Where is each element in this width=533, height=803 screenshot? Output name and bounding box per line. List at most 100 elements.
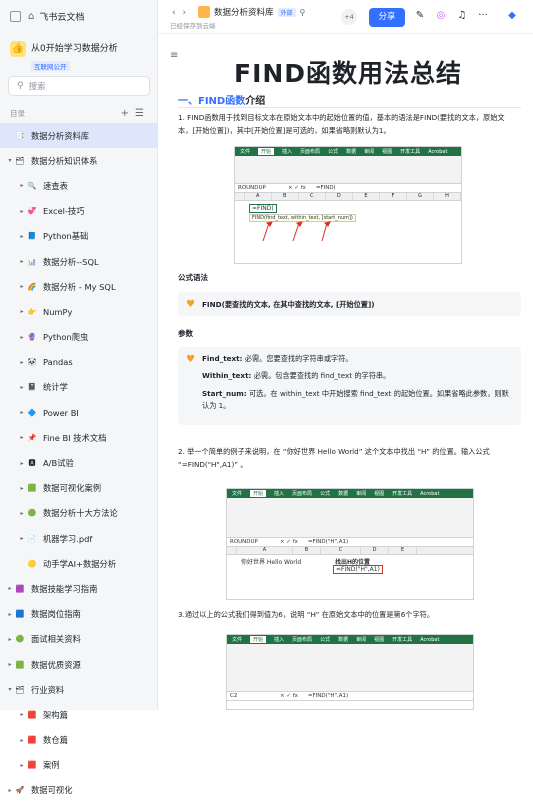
sidebar-item[interactable]: ▸ 🐼 Pandas: [0, 350, 158, 375]
sidebar-item[interactable]: ▸ 🚀 数据可视化: [0, 778, 158, 803]
sidebar-item-label: 数据可视化案例: [43, 483, 102, 494]
page-icon: 🟩: [27, 484, 37, 493]
chevron-right-icon[interactable]: ▸: [18, 510, 26, 517]
sidebar-item-label: 数据技能学习指南: [31, 583, 98, 594]
excel-tab: 审阅: [356, 637, 367, 643]
pin-icon[interactable]: ⚲: [300, 8, 306, 17]
sidebar-item[interactable]: ▸ 🅰 A/B试验: [0, 450, 158, 475]
sidebar-item-label: 动手学AI+数据分析: [43, 558, 117, 569]
page-icon: 🗂: [15, 156, 25, 165]
sidebar-item[interactable]: ▸ 🟩 数据优质资源: [0, 652, 158, 677]
sidebar-item[interactable]: ▸ 🟥 数仓篇: [0, 728, 158, 753]
excel-ribbon-tabs: 文件 开始 插入 页面布局 公式 数据 审阅 视图 开发工具 Acrobat: [235, 147, 461, 156]
sidebar-toggle-icon[interactable]: [10, 11, 21, 22]
chevron-right-icon[interactable]: ▸: [18, 460, 26, 467]
chevron-right-icon[interactable]: ▸: [18, 737, 26, 744]
sidebar-item[interactable]: ▸ 📓 统计学: [0, 375, 158, 400]
chevron-right-icon[interactable]: ▸: [18, 182, 26, 189]
sidebar-item[interactable]: ▸ 📄 机器学习.pdf: [0, 526, 158, 551]
workspace-name: 从0开始学习数据分析: [31, 44, 118, 54]
sidebar-item[interactable]: ▸ 🟥 案例: [0, 753, 158, 778]
sidebar-item-label: Excel-技巧: [43, 206, 85, 217]
excel-tab: Acrobat: [420, 636, 440, 643]
search-placeholder: 搜索: [28, 82, 46, 92]
sidebar-item[interactable]: ▸ 📌 Fine BI 技术文档: [0, 425, 158, 450]
chevron-right-icon[interactable]: ▸: [18, 359, 26, 366]
sidebar-item[interactable]: ▾ 🗂 行业资料: [0, 677, 158, 702]
excel-formula: =FIND("H",A1): [307, 693, 349, 699]
chevron-right-icon[interactable]: ▸: [18, 208, 26, 215]
chevron-right-icon[interactable]: ▸: [6, 661, 14, 668]
doc-breadcrumb-title[interactable]: 数据分析资料库: [214, 6, 274, 18]
sidebar-item[interactable]: ▸ 🟢 数据分析十大方法论: [0, 501, 158, 526]
sidebar-item[interactable]: 📑 数据分析资料库: [0, 123, 158, 149]
list-icon[interactable]: ☰: [135, 108, 150, 119]
excel-namebox: ROUNDUP: [230, 539, 258, 545]
chevron-right-icon[interactable]: ▸: [18, 283, 26, 290]
chevron-right-icon[interactable]: ▸: [18, 711, 26, 718]
section-rest: 介绍: [245, 96, 266, 107]
excel-tab: 数据: [338, 637, 349, 643]
excel-namebox: C2: [230, 693, 238, 699]
workspace-card[interactable]: 👍 从0开始学习数据分析 互联网公开: [10, 41, 118, 73]
chevron-right-icon[interactable]: ▸: [18, 384, 26, 391]
excel-tab: 开发工具: [392, 491, 413, 497]
chevron-right-icon[interactable]: ▸: [18, 535, 26, 542]
chevron-right-icon[interactable]: ▸: [6, 585, 14, 592]
chevron-right-icon[interactable]: ▸: [18, 334, 26, 341]
excel-tab: 视图: [382, 149, 393, 155]
edit-icon[interactable]: ✎: [414, 10, 426, 21]
param1-name: Find_text:: [202, 354, 243, 363]
sidebar-item[interactable]: ▸ 🔮 Python爬虫: [0, 325, 158, 350]
sidebar-item[interactable]: ▾ 🗂 数据分析知识体系: [0, 148, 158, 173]
red-arrow: [262, 222, 270, 242]
chevron-down-icon[interactable]: ▾: [6, 686, 14, 693]
assistant-icon[interactable]: ◆: [506, 10, 518, 21]
nav-arrows[interactable]: ‹ ›: [172, 8, 188, 18]
sidebar-item[interactable]: 🟡 动手学AI+数据分析: [0, 551, 158, 576]
bell-icon[interactable]: ♫: [456, 10, 468, 21]
sidebar-item[interactable]: ▸ 🌈 数据分析 - My SQL: [0, 274, 158, 299]
sidebar-item[interactable]: ▸ 📊 数据分析--SQL: [0, 249, 158, 274]
sidebar-item[interactable]: ▸ 🔍 速查表: [0, 173, 158, 198]
add-icon[interactable]: +: [121, 108, 135, 119]
more-icon[interactable]: ···: [477, 10, 489, 21]
search-input[interactable]: ⚲ 搜索: [8, 76, 150, 96]
brand[interactable]: ⌂ 飞书云文档: [10, 10, 84, 23]
heart-icon: ♥: [186, 354, 195, 365]
excel-grid: =FIND( FIND(find_text, within_text, [sta…: [235, 201, 461, 261]
chevron-right-icon[interactable]: ▸: [18, 762, 26, 769]
chevron-right-icon[interactable]: ▸: [18, 233, 26, 240]
excel-tab: Acrobat: [428, 148, 448, 155]
sidebar-item[interactable]: ▸ 📘 Python基础: [0, 224, 158, 249]
excel-tab: 公式: [328, 149, 339, 155]
chevron-right-icon[interactable]: ▸: [6, 787, 14, 794]
sidebar-item[interactable]: ▸ 🟪 数据技能学习指南: [0, 576, 158, 601]
ai-icon[interactable]: ◎: [435, 10, 447, 21]
fx-icon: × ✓ fx: [288, 185, 306, 191]
sidebar-item[interactable]: ▸ 💞 Excel-技巧: [0, 199, 158, 224]
excel-formula-bar: ROUNDUP × ✓ fx =FIND(: [235, 184, 461, 193]
sidebar-item[interactable]: ▸ 🟩 数据可视化案例: [0, 476, 158, 501]
chevron-right-icon[interactable]: ▸: [6, 636, 14, 643]
sidebar-item[interactable]: ▸ 👉 NumPy: [0, 299, 158, 324]
chevron-right-icon[interactable]: ▸: [18, 485, 26, 492]
sidebar-item[interactable]: ▸ 🔷 Power BI: [0, 400, 158, 425]
sidebar-item-label: NumPy: [43, 306, 73, 317]
collaborators-badge[interactable]: +4: [341, 9, 357, 25]
chevron-right-icon[interactable]: ▸: [18, 434, 26, 441]
outline-icon[interactable]: ≡: [170, 50, 178, 61]
page-icon: 🟩: [15, 660, 25, 669]
excel-formula: =FIND(: [315, 185, 336, 191]
chevron-right-icon[interactable]: ▸: [18, 409, 26, 416]
chevron-right-icon[interactable]: ▸: [18, 258, 26, 265]
chevron-down-icon[interactable]: ▾: [6, 157, 14, 164]
chevron-right-icon[interactable]: ▸: [6, 611, 14, 618]
share-button[interactable]: 分享: [369, 8, 405, 27]
home-icon[interactable]: ⌂: [28, 11, 34, 22]
chevron-right-icon[interactable]: ▸: [18, 308, 26, 315]
sidebar-item[interactable]: ▸ 🟢 面试相关资料: [0, 627, 158, 652]
sidebar-item[interactable]: ▸ 🟦 数据岗位指南: [0, 602, 158, 627]
sidebar-item[interactable]: ▸ 🟥 架构篇: [0, 702, 158, 727]
sidebar-item-label: Python基础: [43, 231, 89, 242]
